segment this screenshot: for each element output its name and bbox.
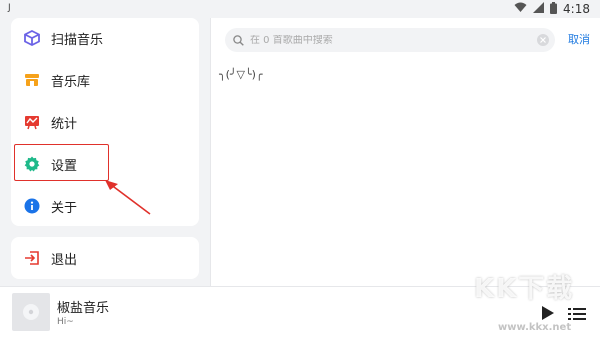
playlist-icon[interactable] <box>568 307 586 321</box>
sidebar-item-label: 扫描音乐 <box>51 32 104 48</box>
cancel-button[interactable]: 取消 <box>568 31 590 47</box>
sidebar-item-label: 关于 <box>51 200 78 216</box>
track-subtitle: Hi~ <box>57 317 74 327</box>
track-title: 椒盐音乐 <box>57 301 110 316</box>
sidebar-item-label: 音乐库 <box>51 74 91 90</box>
status-bar: J 4:18 <box>0 0 600 18</box>
empty-state-kaomoji: ╮(╯▽╰)╭ <box>219 68 263 81</box>
disc-icon <box>23 304 39 320</box>
sidebar-item-label: 统计 <box>51 116 78 132</box>
sidebar-item-about[interactable]: 关于 <box>11 186 199 226</box>
sidebar-item-settings[interactable]: 设置 <box>11 144 199 184</box>
sidebar-item-statistics[interactable]: 统计 <box>11 102 199 142</box>
search-panel: 取消 ╮(╯▽╰)╭ <box>210 18 600 286</box>
clear-search-button[interactable] <box>537 34 549 46</box>
store-icon <box>23 71 41 89</box>
chart-board-icon <box>23 113 41 131</box>
watermark-logo: KK下载 <box>474 274 575 304</box>
gear-icon <box>23 155 41 173</box>
sidebar-item-scan-music[interactable]: 扫描音乐 <box>11 18 199 58</box>
wifi-icon <box>514 2 527 16</box>
watermark-url: www.kkx.net <box>498 322 572 333</box>
album-cover[interactable] <box>12 293 50 331</box>
sidebar-item-logout[interactable]: 退出 <box>11 238 199 278</box>
cube-icon <box>23 29 41 47</box>
status-left-mark: J <box>8 3 11 13</box>
play-icon[interactable] <box>541 305 555 321</box>
search-input[interactable] <box>250 34 520 46</box>
logout-icon <box>23 249 41 267</box>
sidebar-item-music-library[interactable]: 音乐库 <box>11 60 199 100</box>
signal-icon <box>533 2 545 16</box>
search-icon <box>233 31 244 50</box>
sidebar-logout-card: 退出 <box>11 237 199 279</box>
close-icon <box>540 37 546 43</box>
status-time: 4:18 <box>563 2 590 16</box>
info-icon <box>23 197 41 215</box>
sidebar-menu-card: 扫描音乐 音乐库 统计 设置 关于 <box>11 18 199 226</box>
sidebar: 扫描音乐 音乐库 统计 设置 关于 退出 <box>0 18 210 286</box>
sidebar-item-label: 退出 <box>51 252 78 268</box>
sidebar-item-label: 设置 <box>51 158 78 174</box>
search-box <box>225 28 555 52</box>
battery-icon <box>550 1 558 17</box>
